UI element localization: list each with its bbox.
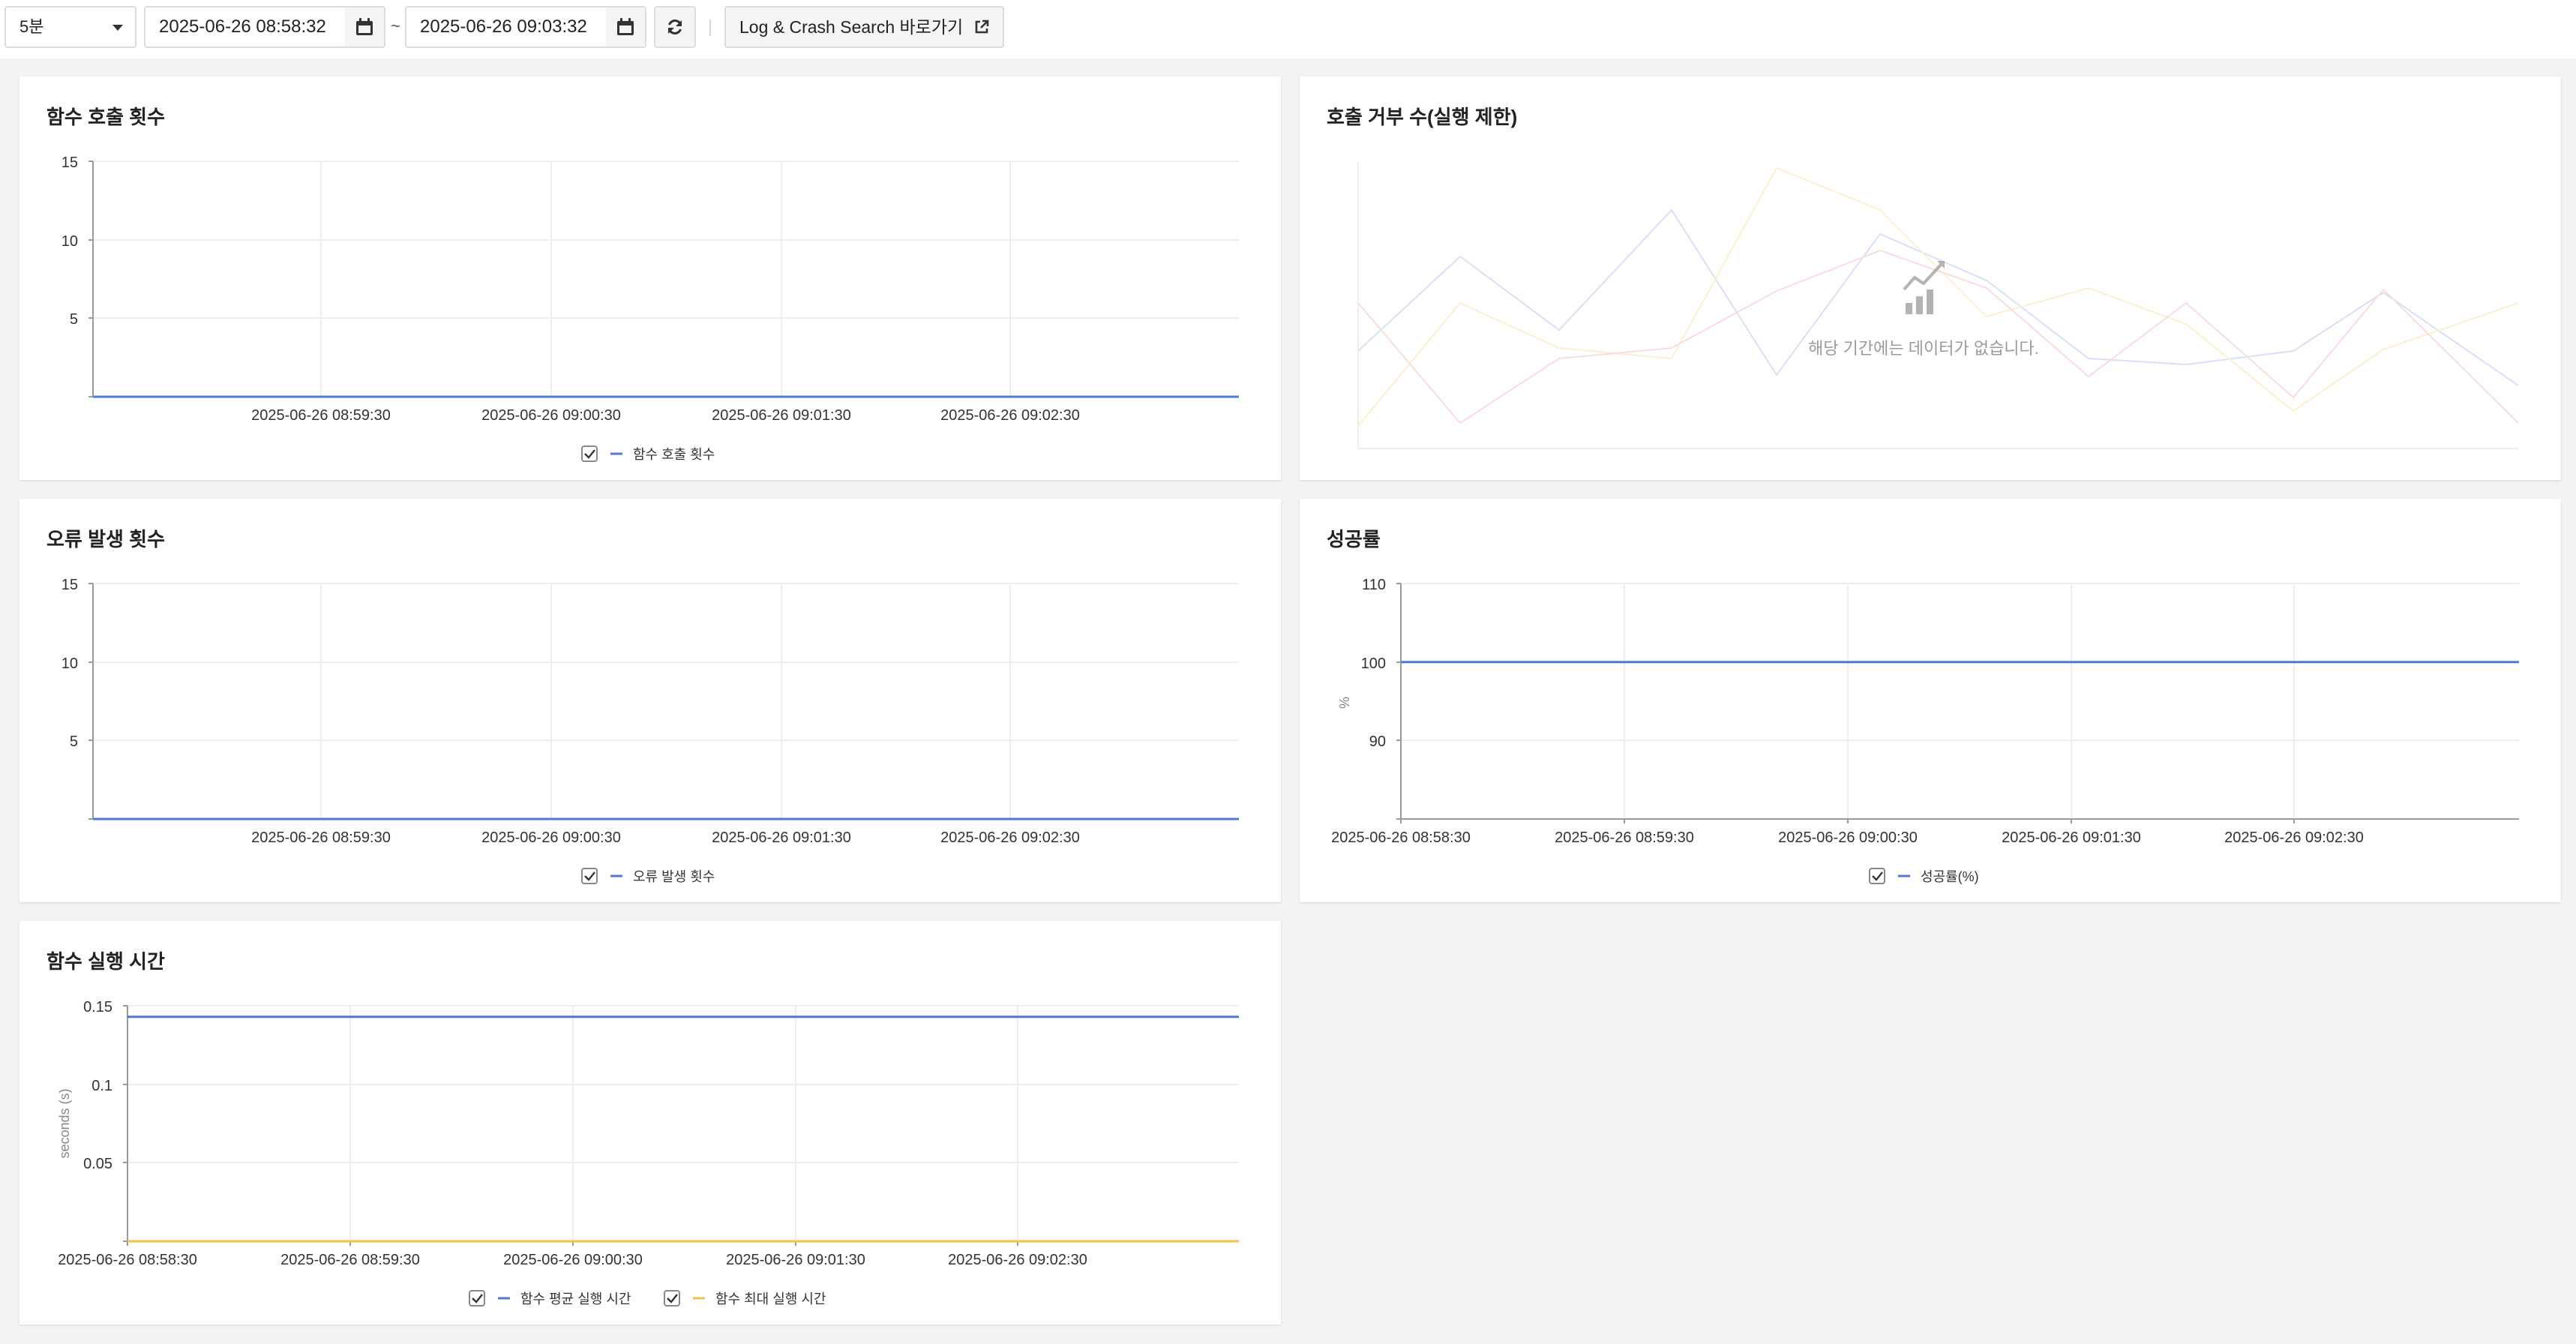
invocations-panel: 함수 호출 횟수 15 10 5 2025-06-26 08:59:30 202… — [19, 76, 1281, 480]
start-calendar-button[interactable] — [345, 6, 385, 48]
y-axis-label: % — [1337, 697, 1352, 709]
log-crash-search-link[interactable]: Log & Crash Search 바로가기 — [724, 6, 1004, 48]
no-data-placeholder-graphic — [1357, 161, 2519, 449]
log-crash-search-label: Log & Crash Search 바로가기 — [739, 17, 964, 37]
legend-item[interactable]: 함수 평균 실행 시간 — [469, 1290, 631, 1306]
x-tick-label: 2025-06-26 08:59:30 — [251, 407, 391, 424]
y-tick-label: 15 — [61, 577, 78, 593]
y-axis-label: seconds (s) — [57, 1088, 72, 1158]
x-tick-label: 2025-06-26 09:02:30 — [2224, 830, 2364, 846]
duration-chart: 0.15 0.1 0.05 seconds (s) 2025-06-26 08:… — [57, 999, 1239, 1306]
x-tick-label: 2025-06-26 08:59:30 — [251, 830, 391, 846]
refresh-button[interactable] — [654, 6, 696, 48]
chart-grid — [93, 583, 1239, 819]
interval-select[interactable]: 5분 — [4, 6, 136, 48]
calendar-icon — [617, 18, 634, 35]
x-tick-label: 2025-06-26 09:01:30 — [712, 407, 851, 424]
legend-checkbox[interactable] — [469, 1290, 485, 1306]
calendar-icon — [356, 18, 373, 35]
success-rate-panel: 성공률 110 100 90 % 2025-06-26 08:58:30 202… — [1300, 499, 2561, 902]
legend-label: 함수 호출 횟수 — [633, 447, 715, 462]
y-tick-label: 0.15 — [83, 999, 112, 1016]
y-tick-label: 10 — [61, 656, 78, 672]
no-data-message: 해당 기간에는 데이터가 없습니다. — [1808, 339, 2039, 358]
x-tick-label: 2025-06-26 09:02:30 — [940, 407, 1080, 424]
legend-checkbox[interactable] — [1869, 868, 1885, 884]
x-tick-label: 2025-06-26 09:01:30 — [2002, 830, 2141, 846]
legend-label: 성공률(%) — [1921, 869, 1979, 884]
invocations-chart: 15 10 5 2025-06-26 08:59:30 2025-06-26 0… — [61, 154, 1239, 462]
errors-chart: 15 10 5 2025-06-26 08:59:30 2025-06-26 0… — [61, 577, 1239, 884]
x-tick-label: 2025-06-26 09:02:30 — [948, 1252, 1087, 1268]
legend-checkbox[interactable] — [664, 1290, 680, 1306]
y-tick-label: 0.05 — [83, 1156, 112, 1172]
end-datetime-input[interactable]: 2025-06-26 09:03:32 — [405, 6, 607, 48]
x-tick-label: 2025-06-26 08:59:30 — [1555, 830, 1694, 846]
y-tick-label: 110 — [1362, 577, 1386, 593]
throttles-panel: 호출 거부 수(실행 제한) 해당 기간에는 데이터가 없습니다. — [1300, 76, 2561, 480]
external-link-icon — [975, 20, 988, 34]
legend-item[interactable]: 함수 최대 실행 시간 — [664, 1290, 826, 1306]
legend-item[interactable]: 함수 호출 횟수 — [581, 446, 715, 462]
y-tick-label: 100 — [1361, 656, 1386, 672]
x-tick-label: 2025-06-26 09:00:30 — [481, 407, 621, 424]
x-tick-label: 2025-06-26 08:58:30 — [58, 1252, 197, 1268]
y-tick-label: 5 — [70, 311, 78, 328]
x-tick-label: 2025-06-26 08:58:30 — [1331, 830, 1471, 846]
legend-label: 오류 발생 횟수 — [633, 869, 715, 884]
x-tick-label: 2025-06-26 09:01:30 — [712, 830, 851, 846]
x-tick-label: 2025-06-26 09:00:30 — [1778, 830, 1918, 846]
throttles-chart: 해당 기간에는 데이터가 없습니다. — [1357, 161, 2519, 449]
legend-item[interactable]: 성공률(%) — [1869, 868, 1979, 884]
interval-select-value: 5분 — [19, 17, 44, 36]
y-tick-label: 15 — [61, 154, 78, 171]
toolbar: 5분 2025-06-26 08:58:32 ~ 2025-06-26 09:0… — [0, 0, 2576, 58]
y-tick-label: 10 — [61, 233, 78, 250]
success-rate-chart: 110 100 90 % 2025-06-26 08:58:30 2025-06… — [1331, 577, 2519, 884]
chevron-down-icon — [112, 25, 123, 31]
toolbar-divider — [709, 20, 711, 36]
chart-grid — [1401, 583, 2519, 819]
x-tick-label: 2025-06-26 09:00:30 — [481, 830, 621, 846]
refresh-icon — [668, 20, 682, 34]
range-separator: ~ — [391, 16, 400, 35]
duration-panel: 함수 실행 시간 0.15 0.1 0.05 seconds (s) 2025-… — [19, 921, 1281, 1324]
x-tick-label: 2025-06-26 09:01:30 — [726, 1252, 865, 1268]
y-tick-label: 90 — [1369, 734, 1386, 750]
chart-line-icon — [1903, 261, 1945, 314]
x-tick-label: 2025-06-26 09:02:30 — [940, 830, 1080, 846]
x-tick-label: 2025-06-26 08:59:30 — [280, 1252, 420, 1268]
start-datetime-input[interactable]: 2025-06-26 08:58:32 — [144, 6, 346, 48]
legend-checkbox[interactable] — [581, 868, 598, 884]
chart-grid — [127, 1005, 1239, 1241]
errors-panel: 오류 발생 횟수 15 10 5 2025-06-26 08:59:30 202… — [19, 499, 1281, 902]
legend-checkbox[interactable] — [581, 446, 598, 462]
legend-label: 함수 최대 실행 시간 — [715, 1292, 826, 1306]
end-calendar-button[interactable] — [606, 6, 646, 48]
y-tick-label: 0.1 — [91, 1078, 112, 1094]
y-tick-label: 5 — [70, 734, 78, 750]
legend-label: 함수 평균 실행 시간 — [520, 1292, 631, 1306]
chart-grid — [93, 160, 1239, 397]
legend-item[interactable]: 오류 발생 횟수 — [581, 868, 715, 884]
x-tick-label: 2025-06-26 09:00:30 — [503, 1252, 643, 1268]
